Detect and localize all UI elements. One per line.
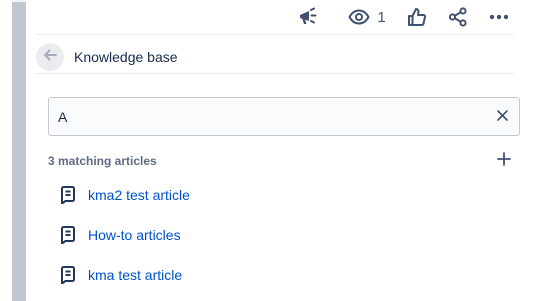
- list-item[interactable]: How-to articles: [48, 215, 514, 255]
- results-count: 3 matching articles: [48, 154, 157, 168]
- page-icon: [59, 186, 77, 204]
- search-input[interactable]: [49, 98, 487, 135]
- article-link[interactable]: kma2 test article: [88, 187, 190, 203]
- add-article-button[interactable]: [494, 151, 514, 171]
- page-icon: [59, 226, 77, 244]
- arrow-left-icon: [43, 48, 57, 66]
- panel-toolbar: 1: [26, 0, 539, 34]
- share-icon: [448, 7, 468, 27]
- panel-header: Knowledge base: [36, 41, 514, 73]
- plus-icon: [497, 151, 511, 171]
- watch-count: 1: [377, 8, 386, 26]
- article-link[interactable]: kma test article: [88, 267, 182, 283]
- article-list: kma2 test article How-to articles kma te…: [48, 175, 514, 295]
- results-header: 3 matching articles: [48, 151, 514, 171]
- watch-button[interactable]: 1: [344, 5, 390, 29]
- page-icon: [59, 266, 77, 284]
- eye-icon: [348, 9, 370, 25]
- share-button[interactable]: [445, 5, 471, 29]
- like-button[interactable]: [404, 5, 430, 29]
- more-horizontal-icon: [489, 14, 509, 20]
- clear-search-button[interactable]: [487, 102, 517, 132]
- page-title: Knowledge base: [74, 49, 178, 65]
- close-icon: [496, 108, 508, 126]
- article-link[interactable]: How-to articles: [88, 227, 181, 243]
- left-gutter: [0, 0, 12, 301]
- megaphone-icon: [298, 7, 320, 27]
- left-scroll-rail: [12, 0, 26, 301]
- search-field: [48, 97, 520, 136]
- toolbar-divider: [36, 34, 514, 35]
- announce-button[interactable]: [296, 5, 322, 29]
- back-button[interactable]: [36, 43, 64, 71]
- more-actions-button[interactable]: [486, 5, 512, 29]
- list-item[interactable]: kma test article: [48, 255, 514, 295]
- thumbs-up-icon: [407, 7, 427, 27]
- list-item[interactable]: kma2 test article: [48, 175, 514, 215]
- knowledge-base-panel: 1 Knowledge base A 3 matching articles k…: [26, 0, 539, 301]
- header-divider: [36, 73, 514, 74]
